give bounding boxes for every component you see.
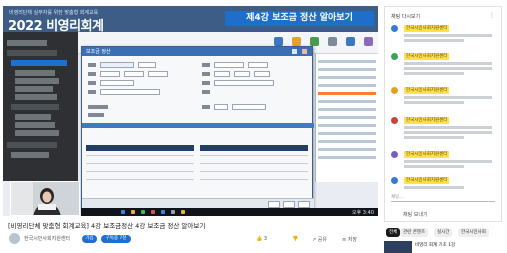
form-field[interactable] bbox=[100, 89, 160, 95]
form-field[interactable] bbox=[254, 71, 270, 77]
taskbar-clock: 오후 3:40 bbox=[351, 210, 374, 216]
thumbs-up-icon: 👍 bbox=[256, 236, 263, 242]
chat-author[interactable]: 한국시민사회지원센터 bbox=[404, 177, 450, 184]
chat-author[interactable]: 한국시민사회지원센터 bbox=[404, 117, 450, 124]
share-icon: ↗ bbox=[312, 237, 317, 243]
join-button[interactable]: 가입 bbox=[82, 235, 97, 243]
chat-avatar[interactable] bbox=[391, 25, 398, 32]
dialog-titlebar[interactable]: 보조금 정산 bbox=[82, 47, 312, 56]
video-title: [비영리단체 맞춤형 회계교육] 4강 보조금정산 4강 보조금 정산 알아보기 bbox=[8, 222, 206, 230]
form-field[interactable] bbox=[124, 71, 144, 77]
dialog-button[interactable] bbox=[283, 201, 295, 208]
recommended-video[interactable]: 비영리 회계 기초 1강 bbox=[384, 240, 502, 253]
form-field[interactable] bbox=[100, 80, 134, 86]
taskbar: 오후 3:40 bbox=[81, 208, 378, 216]
filter-chip[interactable]: 전체 bbox=[386, 228, 401, 237]
form-field[interactable] bbox=[248, 62, 268, 68]
filter-chips: 전체 관련 콘텐츠 실시간 한국시민사회 bbox=[384, 228, 502, 238]
form-field[interactable] bbox=[214, 80, 274, 86]
dialog-button[interactable] bbox=[268, 201, 280, 208]
chat-avatar[interactable] bbox=[391, 53, 398, 60]
chat-avatar[interactable] bbox=[391, 87, 398, 94]
thumbs-down-icon: 👎 bbox=[292, 236, 299, 242]
section-band bbox=[82, 123, 314, 128]
close-icon[interactable] bbox=[302, 49, 307, 54]
chat-avatar[interactable] bbox=[391, 151, 398, 158]
presenter-webcam bbox=[10, 181, 80, 216]
data-grid bbox=[315, 54, 378, 182]
form-field[interactable] bbox=[100, 62, 134, 68]
chat-text bbox=[404, 96, 494, 106]
filter-chip[interactable]: 관련 콘텐츠 bbox=[400, 228, 429, 237]
video-player[interactable]: 비영리단체 실무자를 위한 맞춤형 회계교육 2022 비영리회계 제4강 보조… bbox=[3, 6, 378, 216]
settlement-dialog[interactable]: 보조금 정산 bbox=[81, 46, 314, 211]
lesson-title: 제4강 보조금 정산 알아보기 bbox=[225, 11, 374, 26]
dialog-title: 보조금 정산 bbox=[86, 49, 111, 55]
chat-text bbox=[404, 186, 494, 191]
file-tree-panel bbox=[3, 32, 78, 181]
form-field[interactable] bbox=[138, 62, 156, 68]
dialog-button[interactable] bbox=[298, 201, 310, 208]
form-field[interactable] bbox=[232, 104, 266, 110]
filter-chip[interactable]: 한국시민사회 bbox=[458, 228, 489, 237]
form-field[interactable] bbox=[214, 104, 228, 110]
video-banner: 비영리단체 실무자를 위한 맞춤형 회계교육 2022 비영리회계 제4강 보조… bbox=[3, 6, 378, 34]
chat-text bbox=[404, 160, 494, 170]
subscribe-button[interactable]: 구독중 7천 bbox=[101, 235, 131, 243]
chat-avatar[interactable] bbox=[391, 117, 398, 124]
chat-author[interactable]: 한국시민사회지원센터 bbox=[404, 151, 450, 158]
share-label: 공유 bbox=[317, 237, 327, 243]
chat-header[interactable]: 채팅 다시보기 bbox=[391, 13, 420, 20]
like-count: 3 bbox=[263, 236, 268, 242]
chat-send-button[interactable]: 채팅 보내기 bbox=[403, 211, 428, 218]
share-button[interactable]: ↗ 공유 bbox=[312, 236, 327, 243]
chat-author[interactable]: 한국시민사회지원센터 bbox=[404, 25, 450, 32]
form-field[interactable] bbox=[214, 62, 244, 68]
save-icon: ≡ bbox=[342, 237, 347, 243]
filter-chip[interactable]: 실시간 bbox=[434, 228, 453, 237]
more-icon[interactable]: ⋮ bbox=[489, 12, 495, 19]
form-field[interactable] bbox=[214, 71, 230, 77]
chat-panel: 채팅 다시보기 ⋮ 한국시민사회지원센터 한국시민사회지원센터 한국시민사회지원센터… bbox=[384, 6, 502, 222]
chat-text bbox=[404, 126, 494, 141]
minimize-icon[interactable] bbox=[292, 49, 297, 54]
channel-avatar[interactable] bbox=[9, 233, 20, 244]
recommended-thumbnail[interactable] bbox=[384, 241, 412, 253]
chat-text bbox=[404, 34, 494, 44]
form-field[interactable] bbox=[148, 71, 168, 77]
save-label: 저장 bbox=[347, 237, 357, 243]
save-button[interactable]: ≡ 저장 bbox=[342, 236, 357, 243]
chat-text bbox=[404, 62, 494, 77]
dislike-button[interactable]: 👎 bbox=[292, 236, 298, 242]
channel-name[interactable]: 한국시민사회지원센터 bbox=[24, 235, 70, 242]
form-field[interactable] bbox=[100, 71, 120, 77]
chat-avatar[interactable] bbox=[391, 177, 398, 184]
chat-author[interactable]: 한국시민사회지원센터 bbox=[404, 87, 450, 94]
chat-author[interactable]: 한국시민사회지원센터 bbox=[404, 53, 450, 60]
like-button[interactable]: 👍 3 bbox=[256, 236, 267, 242]
chat-input[interactable]: 채팅... bbox=[391, 193, 495, 202]
form-field[interactable] bbox=[234, 71, 250, 77]
recommended-title[interactable]: 비영리 회계 기초 1강 bbox=[415, 242, 455, 248]
